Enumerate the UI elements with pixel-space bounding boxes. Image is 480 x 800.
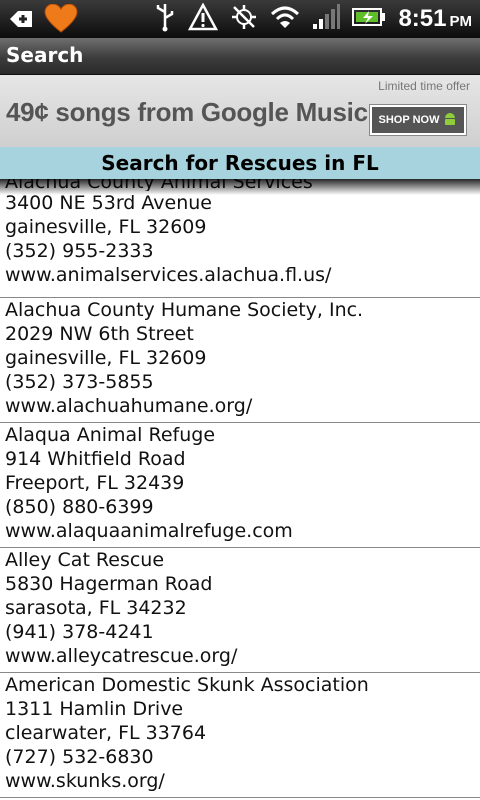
rescue-phone[interactable]: (352) 373-5855	[5, 370, 475, 394]
rescue-address: 2029 NW 6th Street	[5, 323, 194, 345]
rescue-city: clearwater, FL 33764	[5, 722, 207, 744]
usb-icon	[154, 2, 176, 36]
rescue-city: gainesville, FL 32609	[5, 347, 207, 369]
rescue-url[interactable]: www.alachuahumane.org/	[5, 394, 475, 418]
app-title: Search	[6, 43, 84, 67]
rescue-city: gainesville, FL 32609	[5, 216, 207, 238]
gps-off-icon	[230, 3, 258, 35]
rescue-url[interactable]: www.skunks.org/	[5, 769, 475, 793]
rescue-name: Alaqua Animal Refuge	[5, 424, 216, 446]
rescue-name: Alachua County Animal Services	[5, 179, 313, 191]
rescue-name: American Domestic Skunk Association	[5, 674, 369, 696]
rescue-address: 914 Whitfield Road	[5, 448, 186, 470]
rescue-url[interactable]: www.alleycatrescue.org/	[5, 644, 475, 668]
signal-icon	[312, 4, 341, 34]
list-header: Search for Rescues in FL	[0, 147, 480, 179]
wifi-icon	[270, 4, 300, 34]
ad-headline: 49¢ songs from Google Music.	[6, 97, 375, 127]
rescue-name: Alachua County Humane Society, Inc.	[5, 299, 364, 321]
ad-offer-text: Limited time offer	[378, 79, 470, 93]
android-icon	[443, 112, 457, 129]
rescue-phone[interactable]: (850) 880-6399	[5, 495, 475, 519]
heart-icon	[44, 3, 78, 38]
rescue-url[interactable]: www.alaquaanimalrefuge.com	[5, 519, 475, 543]
status-bar: 8:51 PM	[0, 0, 480, 38]
clock: 8:51 PM	[398, 5, 472, 33]
clock-ampm: PM	[449, 13, 473, 30]
clock-time: 8:51	[398, 5, 447, 32]
rescue-phone[interactable]: (352) 955-2333	[5, 239, 475, 263]
list-item[interactable]: Alaqua Animal Refuge 914 Whitfield Road …	[0, 423, 480, 548]
rescue-address: 5830 Hagerman Road	[5, 573, 213, 595]
rescue-city: sarasota, FL 34232	[5, 597, 187, 619]
notification-plus-icon	[6, 6, 34, 36]
list-item[interactable]: Alley Cat Rescue 5830 Hagerman Road sara…	[0, 548, 480, 673]
rescue-address: 3400 NE 53rd Avenue	[5, 192, 212, 214]
title-bar: Search	[0, 38, 480, 75]
rescue-name: Alley Cat Rescue	[5, 549, 165, 571]
list-item[interactable]: Alachua County Humane Society, Inc. 2029…	[0, 298, 480, 423]
list-item[interactable]: Alachua County Animal Services 3400 NE 5…	[0, 179, 480, 298]
rescue-phone[interactable]: (727) 532-6830	[5, 745, 475, 769]
rescue-url[interactable]: www.animalservices.alachua.fl.us/	[5, 263, 475, 287]
shop-now-label: SHOP NOW	[378, 114, 440, 126]
battery-icon	[352, 6, 386, 32]
list-item[interactable]: American Domestic Skunk Association 1311…	[0, 673, 480, 798]
rescue-city: Freeport, FL 32439	[5, 472, 185, 494]
shop-now-button[interactable]: SHOP NOW	[370, 105, 466, 135]
ad-banner[interactable]: Limited time offer 49¢ songs from Google…	[0, 75, 480, 147]
warning-icon	[188, 2, 219, 35]
rescue-address: 1311 Hamlin Drive	[5, 698, 184, 720]
rescue-list[interactable]: Alachua County Animal Services 3400 NE 5…	[0, 179, 480, 800]
rescue-phone[interactable]: (941) 378-4241	[5, 620, 475, 644]
